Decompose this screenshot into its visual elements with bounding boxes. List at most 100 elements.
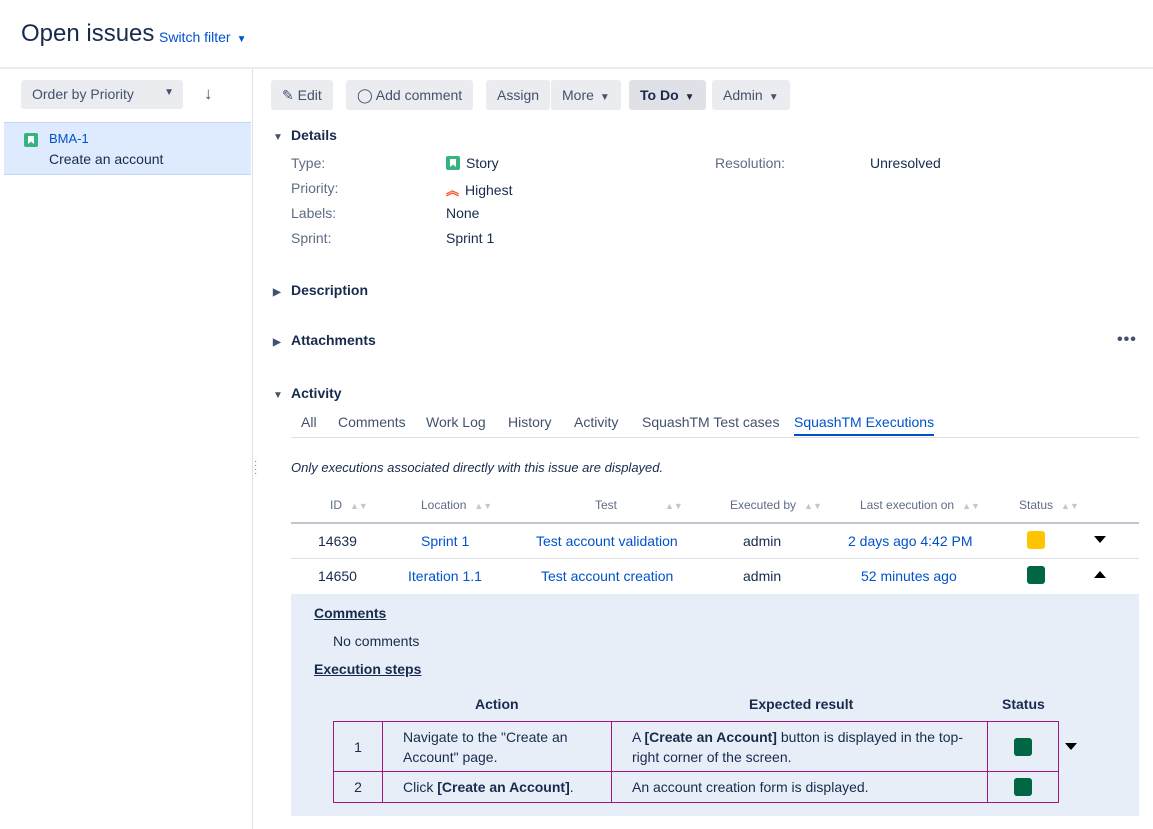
column-header-label: ID [330,498,342,512]
step-status [987,771,1059,803]
table-header-divider [291,522,1139,524]
chevron-down-icon: ▼ [273,132,283,143]
sort-icon: ▲▼ [804,501,822,511]
execution-steps-heading: Execution steps [314,661,422,677]
expand-row-icon[interactable] [1094,536,1106,543]
details-section-toggle[interactable]: ▼ Details [273,127,337,143]
sort-direction-icon[interactable]: ↓ [204,84,213,104]
tab-activity[interactable]: Activity [574,414,618,430]
step-action: Click [Create an Account]. [382,771,612,803]
execution-last-execution-link[interactable]: 2 days ago 4:42 PM [848,533,973,549]
execution-location-link[interactable]: Sprint 1 [421,533,469,549]
chevron-down-icon: ▼ [599,92,610,103]
admin-label: Admin [723,87,763,103]
details-title: Details [291,127,337,143]
executions-note: Only executions associated directly with… [291,460,664,475]
execution-steps-table: 1 Navigate to the "Create an Account" pa… [333,721,1059,803]
resolution-value: Unresolved [870,155,941,171]
column-header-label: Last execution on [860,498,955,512]
step-column-status: Status [1002,696,1045,712]
chevron-down-icon: ▼ [684,92,695,103]
execution-test-link[interactable]: Test account creation [541,568,673,584]
step-number: 1 [333,721,383,772]
labels-value: None [446,205,480,221]
step-row: 1 Navigate to the "Create an Account" pa… [333,721,1059,772]
edit-button[interactable]: ✎ Edit [271,80,333,110]
column-header-label: Test [595,498,618,512]
sprint-label: Sprint: [291,230,332,246]
column-header-executed-by[interactable]: Executed by ▲▼ [730,498,822,512]
column-header-test[interactable]: Test ▲▼ [595,498,683,512]
tab-squashtm-test-cases[interactable]: SquashTM Test cases [642,414,779,430]
more-button[interactable]: More ▼ [551,80,621,110]
activity-tabs: All Comments Work Log History Activity S… [291,414,1139,438]
tab-comments[interactable]: Comments [338,414,406,430]
type-label: Type: [291,155,326,171]
status-label: To Do [640,87,679,103]
step-status [987,721,1059,772]
column-header-label: Status [1019,498,1054,512]
attachments-section-toggle[interactable]: ▶ Attachments [273,332,376,348]
activity-section-toggle[interactable]: ▼ Activity [273,385,342,401]
chevron-down-icon: ▼ [768,92,779,103]
admin-button[interactable]: Admin ▼ [712,80,790,110]
switch-filter-label: Switch filter [159,29,231,45]
execution-executed-by: admin [743,533,782,549]
step-expected-text: A [632,728,645,745]
more-options-icon[interactable]: ••• [1117,331,1137,349]
status-indicator [1027,566,1045,584]
step-expected: An account creation form is displayed. [611,771,988,803]
tab-squashtm-executions[interactable]: SquashTM Executions [794,414,935,436]
tab-work-log[interactable]: Work Log [426,414,486,430]
column-header-last-execution[interactable]: Last execution on ▲▼ [860,498,980,512]
priority-value: ︽ Highest [446,180,512,199]
execution-id: 14650 [318,568,357,584]
type-value-text: Story [466,155,499,171]
resolution-label: Resolution: [715,155,786,171]
column-header-status[interactable]: Status ▲▼ [1019,498,1079,512]
execution-id: 14639 [318,533,357,549]
pencil-icon: ✎ [282,87,294,103]
add-comment-label: Add comment [375,87,463,103]
add-comment-button[interactable]: ◯ Add comment [346,80,474,110]
execution-test-link[interactable]: Test account validation [536,533,678,549]
description-title: Description [291,282,369,298]
collapse-row-icon[interactable] [1094,571,1106,578]
expand-step-icon[interactable] [1065,743,1077,750]
chevron-right-icon: ▶ [273,287,281,298]
description-section-toggle[interactable]: ▶ Description [273,282,368,298]
no-comments-text: No comments [333,633,420,649]
execution-executed-by: admin [743,568,782,584]
issue-list-item[interactable]: BMA-1 Create an account [4,122,251,175]
switch-filter-button[interactable]: Switch filter ▼ [159,29,246,45]
labels-label: Labels: [291,205,337,221]
type-value: Story [446,155,499,171]
assign-button[interactable]: Assign [486,80,551,110]
issue-summary: Create an account [49,151,164,167]
more-label: More [562,87,594,103]
execution-last-execution-link[interactable]: 52 minutes ago [861,568,957,584]
column-header-location[interactable]: Location ▲▼ [421,498,492,512]
column-header-id[interactable]: ID ▲▼ [330,498,368,512]
story-icon [446,156,460,170]
order-by-button[interactable]: Order by Priority ▼ [21,80,183,109]
sort-icon: ▲▼ [474,501,493,511]
step-expected-bold: [Create an Account] [644,728,777,745]
issue-list-sidebar [0,69,253,829]
execution-location-link[interactable]: Iteration 1.1 [408,568,482,584]
row-divider [291,558,1139,559]
step-column-expected: Expected result [749,696,854,712]
tab-all[interactable]: All [301,414,317,430]
status-indicator [1027,531,1045,549]
status-indicator [1014,778,1032,797]
step-action-text-end: . [569,779,574,795]
sort-icon: ▲▼ [665,501,683,511]
sort-icon: ▲▼ [1061,501,1079,511]
priority-label: Priority: [291,180,339,196]
priority-value-text: Highest [465,182,513,198]
status-todo-button[interactable]: To Do ▼ [629,80,706,110]
panel-resize-handle[interactable]: · · · · [254,457,257,479]
page-title: Open issues [21,20,155,47]
sort-icon: ▲▼ [350,501,368,511]
tab-history[interactable]: History [508,414,552,430]
